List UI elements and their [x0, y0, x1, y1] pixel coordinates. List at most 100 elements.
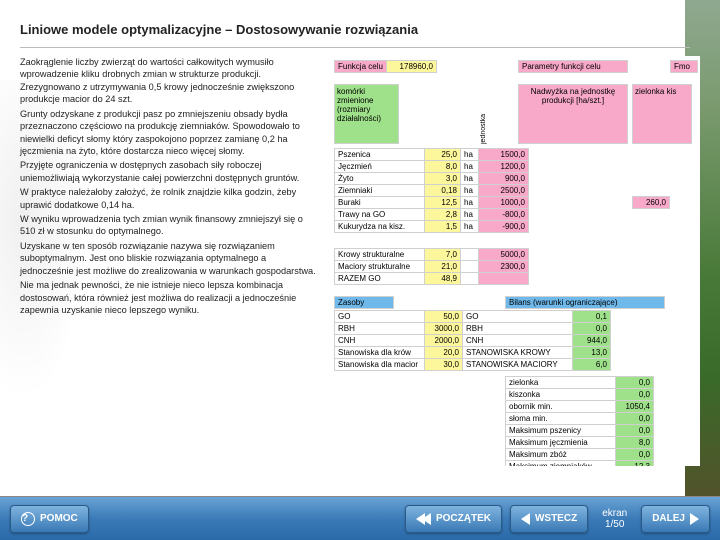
cell: ha — [461, 161, 479, 173]
paragraph: Uzyskane w ten sposób rozwiązanie nazywa… — [20, 240, 320, 277]
cell: 0,0 — [616, 377, 654, 389]
cell: CNH — [463, 335, 573, 347]
cell: słoma min. — [506, 413, 616, 425]
zielonka-label: zielonka kis — [632, 84, 692, 144]
cell: RAZEM GO — [335, 273, 425, 285]
funkcja-celu-value: 178960,0 — [386, 61, 436, 73]
val-260: 260,0 — [632, 196, 670, 209]
cell: Kukurydza na kisz. — [335, 221, 425, 233]
cell: 20,0 — [425, 347, 463, 359]
cell: Jęczmień — [335, 161, 425, 173]
cell: 900,0 — [479, 173, 529, 185]
question-icon: ? — [21, 512, 35, 526]
next-button[interactable]: DALEJ — [641, 505, 710, 533]
spreadsheet-preview: Funkcja celu 178960,0 Parametry funkcji … — [330, 56, 700, 466]
cell: 8,0 — [616, 437, 654, 449]
cell — [479, 273, 529, 285]
cell: ha — [461, 173, 479, 185]
cell: Maksimum jęczmienia — [506, 437, 616, 449]
cell: 2000,0 — [425, 335, 463, 347]
cell: 0,0 — [616, 425, 654, 437]
crops-table: Pszenica25,0ha1500,0Jęczmień8,0ha1200,0Ż… — [334, 148, 529, 233]
cell: -800,0 — [479, 209, 529, 221]
cell: obornik min. — [506, 401, 616, 413]
footer-nav: ? POMOC POCZĄTEK WSTECZ ekran 1/50 DALEJ — [0, 496, 720, 540]
cell: kiszonka — [506, 389, 616, 401]
jednostka-label: jednostka — [480, 86, 487, 144]
cell: ha — [461, 209, 479, 221]
cell: 12,5 — [425, 197, 461, 209]
cell: 6,0 — [573, 359, 611, 371]
cell: 2,8 — [425, 209, 461, 221]
cell: GO — [463, 311, 573, 323]
start-button[interactable]: POCZĄTEK — [405, 505, 502, 533]
triangle-left-icon — [521, 513, 530, 525]
cell: Krowy strukturalne — [335, 249, 425, 261]
funkcja-celu-label: Funkcja celu — [335, 61, 387, 73]
paragraph: W praktyce należałoby założyć, że rolnik… — [20, 186, 320, 211]
cell: 944,0 — [573, 335, 611, 347]
paragraph: Zaokrąglenie liczby zwierząt do wartości… — [20, 56, 320, 106]
page: Liniowe modele optymalizacyjne – Dostoso… — [0, 0, 720, 540]
cell: 12,3 — [616, 461, 654, 467]
cell: Maksimum ziemniaków — [506, 461, 616, 467]
cell: 1,5 — [425, 221, 461, 233]
help-button[interactable]: ? POMOC — [10, 505, 89, 533]
cell: 0,0 — [616, 389, 654, 401]
cell: 8,0 — [425, 161, 461, 173]
title-divider — [20, 47, 690, 48]
paragraph: Przyjęte ograniczenia w dostępnych zasob… — [20, 159, 320, 184]
cell: 2300,0 — [479, 261, 529, 273]
cell: CNH — [335, 335, 425, 347]
page-title: Liniowe modele optymalizacyjne – Dostoso… — [20, 22, 700, 37]
cell: Maksimum pszenicy — [506, 425, 616, 437]
start-label: POCZĄTEK — [436, 513, 491, 524]
cell: Pszenica — [335, 149, 425, 161]
cell: 0,0 — [616, 449, 654, 461]
cell: STANOWISKA MACIORY — [463, 359, 573, 371]
cell: -900,0 — [479, 221, 529, 233]
cell: Żyto — [335, 173, 425, 185]
cell: 30,0 — [425, 359, 463, 371]
page-indicator: ekran 1/50 — [602, 508, 627, 530]
cell: 1050,4 — [616, 401, 654, 413]
cell: 13,0 — [573, 347, 611, 359]
cell: Ziemniaki — [335, 185, 425, 197]
param-header: Parametry funkcji celu — [518, 60, 628, 73]
cell: Stanowiska dla krów — [335, 347, 425, 359]
komorki-label: komórki zmienione (rozmiary działalności… — [334, 84, 399, 144]
cell: ha — [461, 221, 479, 233]
body-row: Zaokrąglenie liczby zwierząt do wartości… — [20, 56, 700, 466]
cell: RBH — [335, 323, 425, 335]
rewind-icon — [416, 513, 431, 525]
bilans-header: Bilans (warunki ograniczające) — [505, 296, 665, 309]
ekran-label: ekran — [602, 508, 627, 519]
paragraph: W wyniku wprowadzenia tych zmian wynik f… — [20, 213, 320, 238]
back-label: WSTECZ — [535, 513, 577, 524]
help-label: POMOC — [40, 513, 78, 524]
cell: 48,9 — [425, 273, 461, 285]
back-button[interactable]: WSTECZ — [510, 505, 588, 533]
cell: Maciory strukturalne — [335, 261, 425, 273]
cell: 0,0 — [573, 323, 611, 335]
paragraph: Nie ma jednak pewności, że nie istnieje … — [20, 279, 320, 316]
cell: Stanowiska dla macior — [335, 359, 425, 371]
cell: 50,0 — [425, 311, 463, 323]
cell: 0,0 — [616, 413, 654, 425]
triangle-right-icon — [690, 513, 699, 525]
bilans-extra-table: zielonka0,0kiszonka0,0obornik min.1050,4… — [505, 376, 654, 466]
cell: 1000,0 — [479, 197, 529, 209]
nadwyzka-label: Nadwyżka na jednostkę produkcji [ha/szt.… — [518, 84, 628, 144]
funkcja-celu-block: Funkcja celu 178960,0 — [334, 60, 437, 73]
cell — [461, 249, 479, 261]
cell: RBH — [463, 323, 573, 335]
cell: 0,18 — [425, 185, 461, 197]
fmo-label: Fmo — [670, 60, 698, 73]
cell — [461, 261, 479, 273]
ekran-value: 1/50 — [602, 519, 627, 530]
cell: 25,0 — [425, 149, 461, 161]
content-area: Liniowe modele optymalizacyjne – Dostoso… — [20, 22, 700, 466]
paragraph: Grunty odzyskane z produkcji pasz po zmn… — [20, 108, 320, 158]
cell: 3000,0 — [425, 323, 463, 335]
cell: 3,0 — [425, 173, 461, 185]
